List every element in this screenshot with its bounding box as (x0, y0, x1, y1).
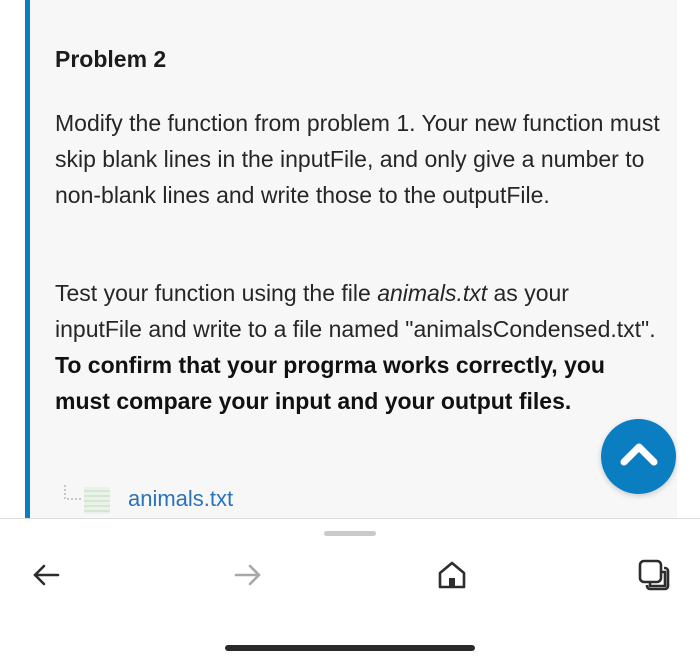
problem-card (25, 0, 677, 518)
tabs-button[interactable] (634, 557, 674, 597)
content-panel: Problem 2 Modify the function from probl… (0, 0, 700, 518)
attachment-filename[interactable]: animals.txt (128, 486, 233, 512)
home-indicator[interactable] (225, 645, 475, 651)
scroll-to-top-button[interactable] (601, 419, 676, 494)
problem-paragraph-2: Test your function using the file animal… (55, 275, 660, 419)
chevron-up-icon (619, 441, 659, 472)
browser-toolbar (0, 518, 700, 657)
attachment-file-link[interactable]: animals.txt (62, 483, 233, 515)
arrow-right-icon (233, 563, 263, 592)
paragraph-2-filename: animals.txt (377, 280, 488, 306)
text-file-icon (62, 483, 110, 515)
problem-paragraph-1: Modify the function from problem 1. Your… (55, 110, 660, 208)
paragraph-2-text-start: Test your function using the file (55, 280, 378, 306)
home-icon (436, 559, 468, 596)
sheet-drag-handle[interactable] (324, 531, 376, 536)
home-button[interactable] (432, 557, 472, 597)
tabs-icon (637, 558, 671, 597)
forward-button[interactable] (228, 557, 268, 597)
accent-bar (25, 0, 30, 518)
back-button[interactable] (26, 557, 66, 597)
arrow-left-icon (31, 563, 61, 592)
paragraph-2-bold-text: To confirm that your progrma works corre… (55, 352, 605, 414)
problem-title: Problem 2 (55, 46, 167, 72)
